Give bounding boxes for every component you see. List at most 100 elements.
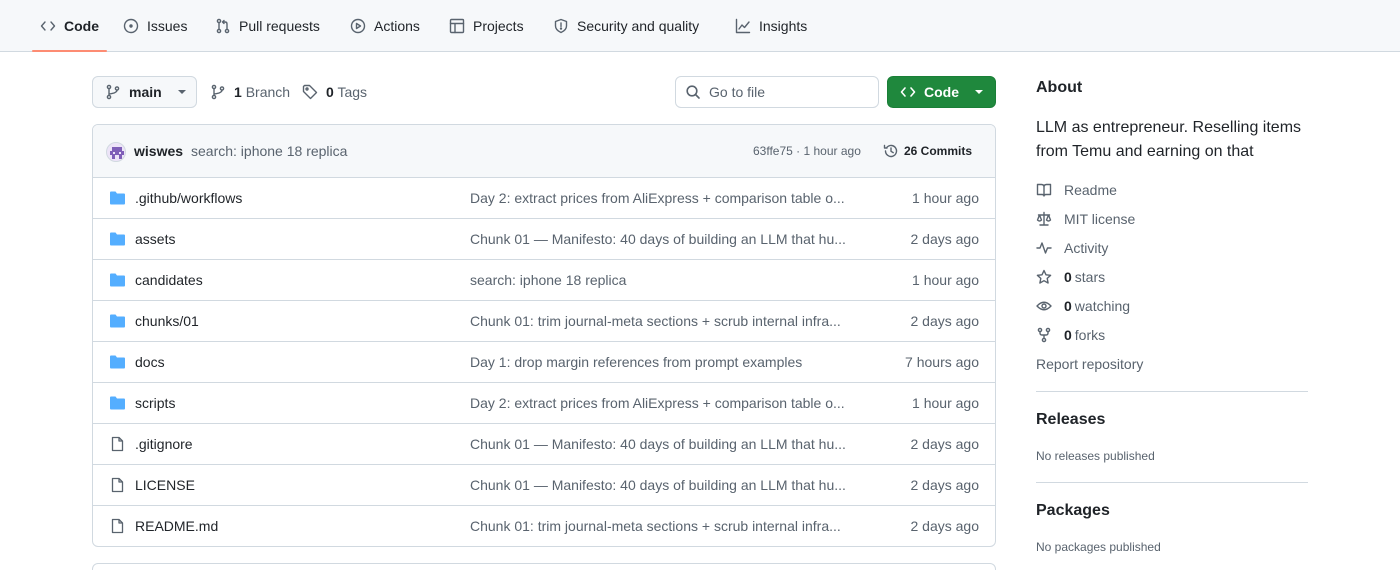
file-row[interactable]: candidates search: iphone 18 replica 1 hou… (93, 260, 995, 301)
chevron-down-icon (975, 90, 983, 94)
commits-count: 26 Commits (904, 144, 973, 158)
file-row[interactable]: chunks/01 Chunk 01: trim journal-meta sec… (93, 301, 995, 342)
forks-link[interactable]: 0 forks (1036, 327, 1105, 343)
commit-message[interactable]: search: iphone 18 replica (191, 143, 347, 159)
folder-icon (110, 273, 125, 287)
file-commit-time: 2 days ago (910, 313, 980, 329)
avatar[interactable] (106, 142, 126, 162)
file-icon (111, 518, 124, 534)
file-commit-message[interactable]: Chunk 01: trim journal-meta sections + s… (470, 313, 860, 329)
license-link[interactable]: MIT license (1036, 211, 1135, 227)
folder-icon (110, 191, 125, 205)
go-to-file-input[interactable] (709, 84, 869, 100)
file-name[interactable]: scripts (135, 395, 175, 411)
branch-icon (106, 84, 120, 100)
forks-label: forks (1074, 327, 1106, 343)
file-name[interactable]: assets (135, 231, 175, 247)
tag-count: 0 (326, 84, 334, 100)
file-row[interactable]: .github/workflows Day 2: extract prices f… (93, 178, 995, 219)
commit-hash-time[interactable]: 63ffe75 · 1 hour ago (753, 144, 861, 158)
repo-tab-nav: Code Issues Pull requests Actions Projec… (0, 0, 1400, 52)
commit-author[interactable]: wiswes (134, 143, 183, 159)
book-icon (1036, 183, 1052, 197)
file-commit-message[interactable]: Chunk 01 — Manifesto: 40 days of buildin… (470, 477, 860, 493)
file-name[interactable]: LICENSE (135, 477, 195, 493)
tab-pull-requests[interactable]: Pull requests (215, 0, 320, 51)
pulse-icon (1036, 242, 1052, 254)
file-commit-message[interactable]: Chunk 01 — Manifesto: 40 days of buildin… (470, 231, 860, 247)
branch-select-button[interactable]: main (92, 76, 197, 108)
releases-heading[interactable]: Releases (1036, 411, 1105, 429)
tab-code[interactable]: Code (32, 0, 107, 52)
tab-projects[interactable]: Projects (449, 0, 524, 51)
commits-history-link[interactable]: 26 Commits (883, 143, 972, 159)
file-row[interactable]: LICENSE Chunk 01 — Manifesto: 40 days of … (93, 465, 995, 506)
folder-icon (110, 232, 125, 246)
branches-link[interactable]: 1 Branch (210, 84, 290, 100)
branch-name: main (129, 84, 162, 100)
file-commit-message[interactable]: Day 2: extract prices from AliExpress + … (470, 190, 860, 206)
latest-commit-bar: wiswes search: iphone 18 replica 63ffe75… (93, 125, 995, 178)
folder-icon (110, 396, 125, 410)
tab-label: Security and quality (577, 17, 700, 34)
file-browser: wiswes search: iphone 18 replica 63ffe75… (92, 124, 996, 547)
file-row[interactable]: docs Day 1: drop margin references from p… (93, 342, 995, 383)
tab-insights[interactable]: Insights (735, 0, 807, 51)
fork-icon (1037, 327, 1051, 343)
file-commit-message[interactable]: Day 1: drop margin references from promp… (470, 354, 860, 370)
report-repository-link[interactable]: Report repository (1036, 356, 1143, 372)
file-commit-message[interactable]: search: iphone 18 replica (470, 272, 860, 288)
tag-icon (302, 84, 318, 100)
file-row[interactable]: scripts Day 2: extract prices from AliExp… (93, 383, 995, 424)
tab-label: Issues (147, 17, 188, 34)
file-name[interactable]: chunks/01 (135, 313, 199, 329)
file-icon (111, 436, 124, 452)
file-row[interactable]: README.md Chunk 01: trim journal-meta sec… (93, 506, 995, 546)
pull-request-icon (216, 18, 230, 33)
file-name[interactable]: .gitignore (135, 436, 193, 452)
stars-link[interactable]: 0 stars (1036, 269, 1105, 285)
tab-label: Actions (374, 17, 420, 34)
watching-count: 0 (1064, 298, 1072, 314)
file-icon (111, 477, 124, 493)
tab-issues[interactable]: Issues (123, 0, 187, 51)
code-dropdown-button[interactable]: Code (887, 76, 996, 108)
branch-count: 1 (234, 84, 242, 100)
tags-link[interactable]: 0 Tags (302, 84, 367, 100)
code-button-label: Code (924, 84, 959, 100)
activity-link[interactable]: Activity (1036, 240, 1108, 256)
go-to-file-search[interactable] (675, 76, 879, 108)
file-commit-time: 2 days ago (910, 518, 980, 534)
watching-link[interactable]: 0 watching (1036, 298, 1130, 314)
file-commit-message[interactable]: Day 2: extract prices from AliExpress + … (470, 395, 860, 411)
file-name[interactable]: .github/workflows (135, 190, 242, 206)
history-icon (883, 144, 898, 158)
law-icon (1036, 211, 1052, 226)
activity-label: Activity (1064, 240, 1109, 256)
watching-label: watching (1074, 298, 1131, 314)
tab-security[interactable]: Security and quality (553, 0, 699, 51)
stars-label: stars (1074, 269, 1106, 285)
file-name[interactable]: candidates (135, 272, 203, 288)
file-row[interactable]: .gitignore Chunk 01 — Manifesto: 40 days … (93, 424, 995, 465)
tag-label: Tags (337, 84, 368, 100)
file-name[interactable]: docs (135, 354, 165, 370)
chevron-down-icon (177, 90, 186, 94)
tab-label: Insights (759, 17, 808, 34)
file-name[interactable]: README.md (135, 518, 218, 534)
tab-label: Projects (473, 17, 524, 34)
file-commit-message[interactable]: Chunk 01 — Manifesto: 40 days of buildin… (470, 436, 860, 452)
folder-icon (110, 355, 125, 369)
shield-icon (554, 18, 568, 33)
readme-link[interactable]: Readme (1036, 182, 1117, 198)
search-icon (686, 85, 700, 99)
repo-description: LLM as entrepreneur. Reselling items fro… (1036, 119, 1302, 160)
tab-actions[interactable]: Actions (350, 0, 420, 51)
file-row[interactable]: assets Chunk 01 — Manifesto: 40 days of b… (93, 219, 995, 260)
sidebar-divider (1036, 391, 1308, 392)
identicon-icon (110, 147, 124, 159)
packages-heading[interactable]: Packages (1036, 502, 1110, 520)
file-commit-message[interactable]: Chunk 01: trim journal-meta sections + s… (470, 518, 860, 534)
stars-count: 0 (1064, 269, 1072, 285)
forks-count: 0 (1064, 327, 1072, 343)
